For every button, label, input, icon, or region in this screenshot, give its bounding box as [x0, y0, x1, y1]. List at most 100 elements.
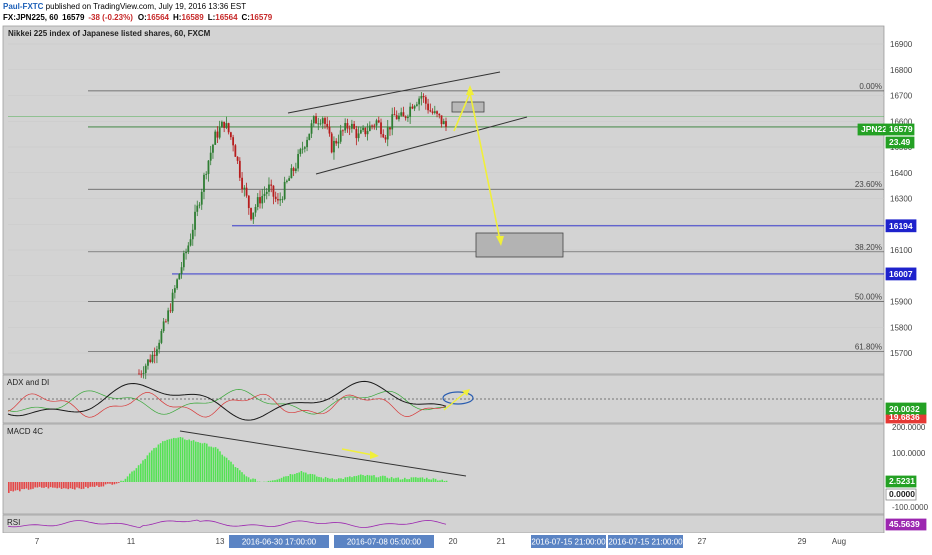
macd-histogram-bar [85, 482, 87, 487]
candle-body [414, 106, 416, 109]
macd-histogram-bar [301, 471, 303, 482]
candle-body [344, 123, 346, 130]
macd-histogram-bar [67, 482, 69, 489]
fib-label: 50.00% [855, 293, 882, 302]
macd-histogram-bar [133, 471, 135, 482]
macd-histogram-bar [184, 439, 186, 482]
macd-histogram-bar [404, 478, 406, 482]
candle-body [306, 140, 308, 147]
macd-histogram-bar [164, 441, 166, 482]
candle-body [418, 99, 420, 105]
macd-histogram-bar [246, 476, 248, 482]
macd-histogram-bar [316, 476, 318, 482]
candle-body [237, 157, 239, 161]
macd-panel-bg[interactable] [3, 424, 884, 514]
macd-histogram-bar [116, 482, 118, 484]
candle-body [353, 124, 355, 129]
macd-histogram-bar [186, 440, 188, 482]
macd-histogram-bar [109, 482, 111, 484]
date-crosshair-tag: 2016-07-15 21:00:00 [608, 535, 683, 548]
macd-histogram-bar [397, 477, 399, 482]
candle-body [282, 199, 284, 200]
fib-label: 61.80% [855, 342, 882, 351]
candle-body [250, 208, 252, 219]
target-box-lower [476, 233, 563, 257]
macd-histogram-bar [428, 479, 430, 482]
candle-body [174, 288, 176, 293]
candle-body [409, 107, 411, 117]
macd-histogram-bar [138, 465, 140, 482]
price-tick-label: 15800 [890, 323, 913, 332]
macd-histogram-bar [312, 474, 314, 482]
candle [178, 273, 180, 280]
macd-histogram-bar [162, 441, 164, 482]
price-panel-bg[interactable] [3, 26, 884, 374]
macd-histogram-bar [224, 456, 226, 482]
macd-zero-tag-text: 0.0000 [889, 489, 915, 499]
macd-histogram-bar [193, 440, 195, 482]
candle-body [349, 129, 351, 130]
chart-title: Nikkei 225 index of Japanese listed shar… [8, 29, 211, 38]
candle-body [145, 366, 147, 373]
macd-histogram-bar [78, 482, 80, 488]
macd-histogram-bar [28, 482, 30, 490]
macd-histogram-bar [197, 442, 199, 482]
macd-histogram-bar [318, 477, 320, 482]
macd-histogram-bar [127, 476, 129, 482]
macd-histogram-bar [281, 478, 283, 482]
macd-histogram-bar [254, 479, 256, 482]
macd-histogram-bar [283, 477, 285, 482]
macd-histogram-bar [342, 479, 344, 482]
macd-histogram-bar [426, 478, 428, 482]
candle-body [163, 321, 165, 331]
macd-histogram-bar [446, 481, 448, 482]
candle-body [165, 321, 167, 322]
adx-label: ADX and DI [7, 378, 49, 387]
macd-histogram-bar [15, 482, 17, 491]
candle-body [338, 142, 340, 144]
price-tick-label: 15900 [890, 298, 913, 307]
macd-histogram-bar [230, 462, 232, 482]
macd-histogram-bar [290, 474, 292, 482]
candle-body [302, 149, 304, 150]
candle-body [299, 149, 301, 154]
candle-body [387, 127, 389, 139]
macd-histogram-bar [320, 477, 322, 482]
macd-histogram-bar [353, 476, 355, 482]
candle-body [230, 132, 232, 137]
macd-histogram-bar [444, 481, 446, 482]
macd-histogram-bar [362, 475, 364, 482]
publisher-name[interactable]: Paul-FXTC [3, 2, 44, 11]
candle-body [369, 126, 371, 131]
macd-histogram-bar [406, 479, 408, 482]
candle-body [241, 178, 243, 190]
macd-histogram-bar [160, 443, 162, 482]
candle-body [362, 128, 364, 130]
candle-body [277, 199, 279, 200]
macd-histogram-bar [54, 482, 56, 488]
macd-histogram-bar [41, 482, 43, 488]
candle-body [248, 196, 250, 208]
macd-histogram-bar [371, 476, 373, 482]
candle-body [190, 239, 192, 245]
macd-histogram-bar [213, 447, 215, 482]
macd-histogram-bar [360, 475, 362, 482]
macd-histogram-bar [349, 476, 351, 482]
macd-histogram-bar [175, 438, 177, 482]
candle-body [205, 174, 207, 175]
macd-histogram-bar [155, 448, 157, 482]
candle-body [438, 114, 440, 116]
candle [161, 329, 163, 344]
macd-tick-label: 100.0000 [892, 449, 926, 458]
macd-histogram-bar [351, 477, 353, 482]
candle-body [275, 197, 277, 199]
macd-histogram-bar [94, 482, 96, 487]
candle-body [255, 207, 257, 213]
time-axis-bg[interactable] [0, 533, 932, 550]
macd-histogram-bar [180, 437, 182, 482]
candle-body [140, 374, 142, 375]
macd-histogram-bar [37, 482, 39, 488]
header-last-price: 16579 [62, 13, 85, 22]
macd-histogram-bar [39, 482, 41, 487]
macd-histogram-bar [144, 459, 146, 482]
